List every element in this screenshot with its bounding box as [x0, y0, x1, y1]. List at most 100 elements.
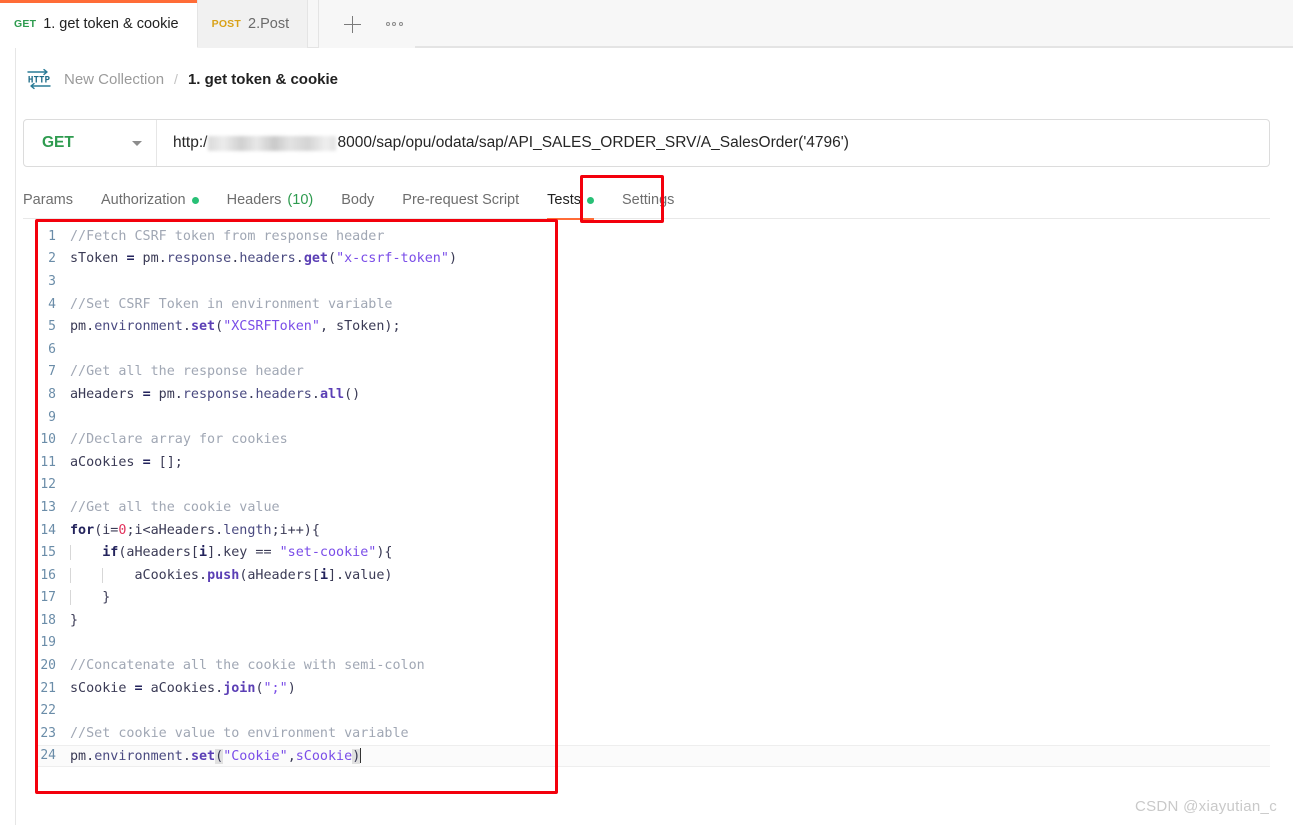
indent-guide [102, 567, 104, 583]
line-number: 20 [40, 658, 56, 674]
line-content: //Set cookie value to environment variab… [70, 725, 409, 741]
code-line[interactable]: 14 for(i=0;i<aHeaders.length;i++){ [38, 519, 1270, 542]
code-line[interactable]: 6 [38, 338, 1270, 361]
indent-guide [70, 590, 71, 606]
tab-tests[interactable]: Tests [533, 183, 608, 220]
request-tab-1-title: 1. get token & cookie [43, 15, 179, 32]
code-line[interactable]: 11 aCookies = []; [38, 451, 1270, 474]
line-number: 19 [40, 635, 56, 651]
code-line[interactable]: 2 sToken = pm.response.headers.get("x-cs… [38, 248, 1270, 271]
line-content: //Set CSRF Token in environment variable [70, 296, 393, 312]
code-line[interactable]: 10 //Declare array for cookies [38, 428, 1270, 451]
plus-icon [343, 15, 361, 33]
tab-strip-filler [415, 0, 1293, 47]
tab-params-label: Params [23, 191, 73, 208]
code-line[interactable]: 1 //Fetch CSRF token from response heade… [38, 225, 1270, 248]
code-line[interactable]: 23 //Set cookie value to environment var… [38, 722, 1270, 745]
code-line[interactable]: 13 //Get all the cookie value [38, 496, 1270, 519]
tab-params[interactable]: Params [23, 183, 87, 219]
code-line[interactable]: 21 sCookie = aCookies.join(";") [38, 677, 1270, 700]
indent-guide [70, 545, 71, 561]
tab-settings[interactable]: Settings [608, 183, 688, 219]
line-content: //Concatenate all the cookie with semi-c… [70, 658, 425, 674]
http-method-dropdown[interactable]: GET [24, 120, 157, 166]
line-content: aCookies.push(aHeaders[i].value) [70, 567, 1270, 583]
line-number: 12 [40, 477, 56, 493]
breadcrumb-collection[interactable]: New Collection [64, 71, 164, 88]
line-content: if(aHeaders[i].key == "set-cookie"){ [70, 545, 1270, 561]
url-redacted-host [208, 135, 337, 151]
line-number: 17 [40, 590, 56, 606]
line-content: sToken = pm.response.headers.get("x-csrf… [70, 251, 457, 267]
line-number: 8 [48, 386, 56, 402]
breadcrumb: HTTP New Collection / 1. get token & coo… [24, 62, 338, 96]
code-line[interactable]: 5 pm.environment.set("XCSRFToken", sToke… [38, 315, 1270, 338]
tab-pre-request-script[interactable]: Pre-request Script [388, 183, 533, 219]
authorization-status-dot [191, 196, 199, 204]
code-line[interactable]: 17 } [38, 587, 1270, 610]
request-tab-1[interactable]: GET 1. get token & cookie [0, 0, 198, 48]
line-content: for(i=0;i<aHeaders.length;i++){ [70, 522, 320, 538]
line-number: 6 [48, 341, 56, 357]
new-tab-button[interactable] [331, 0, 373, 48]
line-number: 3 [48, 273, 56, 289]
line-number: 13 [40, 499, 56, 515]
tab-headers-label: Headers [226, 191, 282, 208]
request-tab-2-title: 2.Post [248, 16, 290, 32]
code-line[interactable]: 16 aCookies.push(aHeaders[i].value) [38, 564, 1270, 587]
line-content: } [70, 590, 1270, 606]
line-content: pm.environment.set("Cookie",sCookie) [70, 747, 362, 764]
code-line[interactable]: 22 [38, 699, 1270, 722]
http-method-value: GET [42, 134, 74, 151]
tab-authorization[interactable]: Authorization [87, 183, 213, 219]
line-number: 5 [48, 319, 56, 335]
line-content: sCookie = aCookies.join(";") [70, 680, 296, 696]
url-prefix: http:/ [173, 134, 208, 151]
line-number: 9 [48, 409, 56, 425]
line-number: 7 [48, 364, 56, 380]
tab-headers[interactable]: Headers (10) [213, 183, 328, 219]
code-line[interactable]: 4 //Set CSRF Token in environment variab… [38, 293, 1270, 316]
tab-authorization-label: Authorization [100, 191, 186, 208]
line-number: 21 [40, 680, 56, 696]
line-content: //Declare array for cookies [70, 432, 288, 448]
code-line[interactable]: 18 } [38, 609, 1270, 632]
code-line[interactable]: 12 [38, 474, 1270, 497]
http-icon: HTTP [24, 67, 54, 91]
line-content: //Fetch CSRF token from response header [70, 228, 385, 244]
tab-body-label: Body [341, 191, 375, 208]
line-content: //Get all the response header [70, 364, 304, 380]
code-line[interactable]: 3 [38, 270, 1270, 293]
line-number: 10 [40, 432, 56, 448]
tab-body[interactable]: Body [327, 183, 388, 219]
request-tab-2[interactable]: POST 2.Post [197, 0, 309, 48]
url-suffix: 8000/sap/opu/odata/sap/API_SALES_ORDER_S… [337, 134, 849, 151]
tab-pre-request-script-label: Pre-request Script [402, 191, 520, 208]
request-tab-1-method: GET [14, 17, 37, 30]
code-line[interactable]: 8 aHeaders = pm.response.headers.all() [38, 383, 1270, 406]
code-line-active[interactable]: 24 pm.environment.set("Cookie",sCookie) [38, 744, 1270, 768]
breadcrumb-current-request: 1. get token & cookie [187, 70, 338, 88]
tab-tests-label: Tests [547, 191, 581, 208]
line-number: 1 [48, 228, 56, 244]
ellipsis-icon [385, 22, 403, 26]
text-cursor [360, 747, 362, 763]
code-line[interactable]: 15 if(aHeaders[i].key == "set-cookie"){ [38, 541, 1270, 564]
line-number: 23 [40, 725, 56, 741]
line-number: 4 [48, 296, 56, 312]
chevron-down-icon [132, 140, 142, 146]
line-content: aCookies = []; [70, 454, 183, 470]
tab-more-options-button[interactable] [373, 0, 415, 48]
line-content: //Get all the cookie value [70, 499, 280, 515]
code-line[interactable]: 7 //Get all the response header [38, 361, 1270, 384]
code-line[interactable]: 9 [38, 406, 1270, 429]
url-input[interactable]: http:/ 8000/sap/opu/odata/sap/API_SALES_O… [157, 120, 1269, 166]
tab-settings-label: Settings [621, 191, 675, 208]
code-line[interactable]: 19 [38, 632, 1270, 655]
tests-script-editor[interactable]: 1 //Fetch CSRF token from response heade… [38, 225, 1270, 768]
code-line[interactable]: 20 //Concatenate all the cookie with sem… [38, 654, 1270, 677]
tab-actions [318, 0, 416, 48]
line-number: 22 [40, 703, 56, 719]
tests-status-dot [586, 196, 594, 204]
request-tab-2-method: POST [211, 18, 241, 30]
